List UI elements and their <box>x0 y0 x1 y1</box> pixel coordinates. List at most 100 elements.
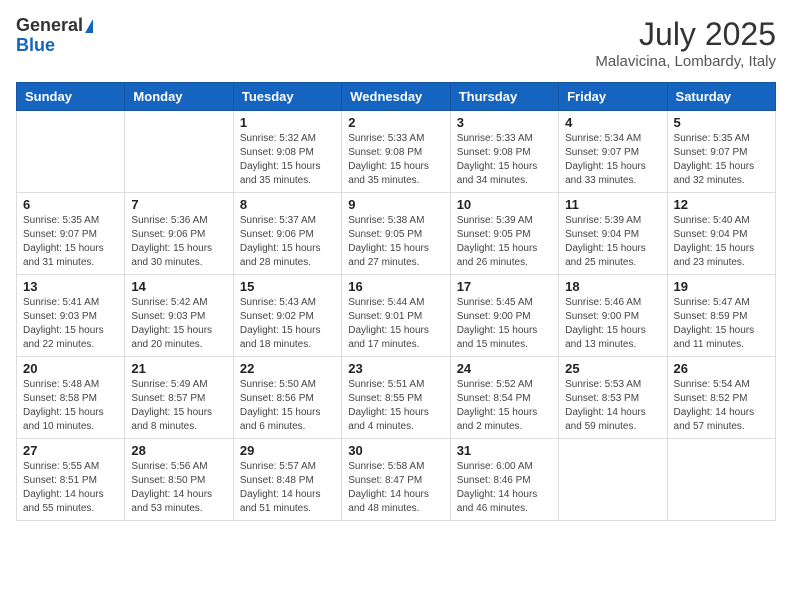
logo-icon <box>85 19 93 33</box>
day-info: Sunrise: 5:39 AM Sunset: 9:04 PM Dayligh… <box>565 214 660 270</box>
logo-general-text: General <box>16 16 83 36</box>
day-number: 27 <box>23 443 118 458</box>
calendar-cell: 7 Sunrise: 5:36 AM Sunset: 9:06 PM Daylig… <box>125 193 233 275</box>
calendar-cell: 23 Sunrise: 5:51 AM Sunset: 8:55 PM Dayli… <box>342 357 450 439</box>
day-info: Sunrise: 5:38 AM Sunset: 9:05 PM Dayligh… <box>348 214 443 270</box>
week-row-3: 13Sunrise: 5:41 AM Sunset: 9:03 PM Dayli… <box>17 275 776 357</box>
day-info: Sunrise: 5:45 AM Sunset: 9:00 PM Dayligh… <box>457 296 552 352</box>
day-info: Sunrise: 5:35 AM Sunset: 9:07 PM Dayligh… <box>674 132 769 188</box>
day-info: Sunrise: 5:32 AM Sunset: 9:08 PM Dayligh… <box>240 132 335 188</box>
calendar-cell: 11 Sunrise: 5:39 AM Sunset: 9:04 PM Dayli… <box>559 193 667 275</box>
column-header-monday: Monday <box>125 83 233 111</box>
calendar-cell: 13Sunrise: 5:41 AM Sunset: 9:03 PM Dayli… <box>17 275 125 357</box>
calendar-cell: 6Sunrise: 5:35 AM Sunset: 9:07 PM Daylig… <box>17 193 125 275</box>
day-info: Sunrise: 5:51 AM Sunset: 8:55 PM Dayligh… <box>348 378 443 434</box>
day-number: 7 <box>131 197 226 212</box>
day-info: Sunrise: 5:36 AM Sunset: 9:06 PM Dayligh… <box>131 214 226 270</box>
day-info: Sunrise: 5:41 AM Sunset: 9:03 PM Dayligh… <box>23 296 118 352</box>
day-info: Sunrise: 6:00 AM Sunset: 8:46 PM Dayligh… <box>457 460 552 516</box>
day-number: 23 <box>348 361 443 376</box>
day-info: Sunrise: 5:42 AM Sunset: 9:03 PM Dayligh… <box>131 296 226 352</box>
day-info: Sunrise: 5:56 AM Sunset: 8:50 PM Dayligh… <box>131 460 226 516</box>
day-info: Sunrise: 5:33 AM Sunset: 9:08 PM Dayligh… <box>348 132 443 188</box>
calendar-cell: 26Sunrise: 5:54 AM Sunset: 8:52 PM Dayli… <box>667 357 775 439</box>
day-number: 11 <box>565 197 660 212</box>
calendar-cell: 29 Sunrise: 5:57 AM Sunset: 8:48 PM Dayli… <box>233 439 341 521</box>
day-info: Sunrise: 5:53 AM Sunset: 8:53 PM Dayligh… <box>565 378 660 434</box>
day-info: Sunrise: 5:54 AM Sunset: 8:52 PM Dayligh… <box>674 378 769 434</box>
week-row-2: 6Sunrise: 5:35 AM Sunset: 9:07 PM Daylig… <box>17 193 776 275</box>
title-section: July 2025 Malavicina, Lombardy, Italy <box>595 16 776 70</box>
column-header-wednesday: Wednesday <box>342 83 450 111</box>
calendar-cell: 18Sunrise: 5:46 AM Sunset: 9:00 PM Dayli… <box>559 275 667 357</box>
day-number: 14 <box>131 279 226 294</box>
day-info: Sunrise: 5:34 AM Sunset: 9:07 PM Dayligh… <box>565 132 660 188</box>
calendar-cell: 10 Sunrise: 5:39 AM Sunset: 9:05 PM Dayli… <box>450 193 558 275</box>
day-number: 20 <box>23 361 118 376</box>
day-info: Sunrise: 5:47 AM Sunset: 8:59 PM Dayligh… <box>674 296 769 352</box>
month-year-title: July 2025 <box>595 16 776 53</box>
calendar-table: SundayMondayTuesdayWednesdayThursdayFrid… <box>16 82 776 521</box>
calendar-cell: 4 Sunrise: 5:34 AM Sunset: 9:07 PM Daylig… <box>559 111 667 193</box>
calendar-cell <box>667 439 775 521</box>
day-number: 6 <box>23 197 118 212</box>
calendar-cell: 16Sunrise: 5:44 AM Sunset: 9:01 PM Dayli… <box>342 275 450 357</box>
day-info: Sunrise: 5:44 AM Sunset: 9:01 PM Dayligh… <box>348 296 443 352</box>
day-number: 5 <box>674 115 769 130</box>
week-row-1: 1 Sunrise: 5:32 AM Sunset: 9:08 PM Daylig… <box>17 111 776 193</box>
day-info: Sunrise: 5:39 AM Sunset: 9:05 PM Dayligh… <box>457 214 552 270</box>
day-info: Sunrise: 5:37 AM Sunset: 9:06 PM Dayligh… <box>240 214 335 270</box>
day-info: Sunrise: 5:58 AM Sunset: 8:47 PM Dayligh… <box>348 460 443 516</box>
column-header-friday: Friday <box>559 83 667 111</box>
day-info: Sunrise: 5:48 AM Sunset: 8:58 PM Dayligh… <box>23 378 118 434</box>
day-info: Sunrise: 5:43 AM Sunset: 9:02 PM Dayligh… <box>240 296 335 352</box>
day-number: 2 <box>348 115 443 130</box>
column-header-thursday: Thursday <box>450 83 558 111</box>
day-info: Sunrise: 5:33 AM Sunset: 9:08 PM Dayligh… <box>457 132 552 188</box>
week-row-4: 20 Sunrise: 5:48 AM Sunset: 8:58 PM Dayli… <box>17 357 776 439</box>
day-number: 28 <box>131 443 226 458</box>
calendar-cell: 22 Sunrise: 5:50 AM Sunset: 8:56 PM Dayli… <box>233 357 341 439</box>
calendar-cell: 30Sunrise: 5:58 AM Sunset: 8:47 PM Dayli… <box>342 439 450 521</box>
day-info: Sunrise: 5:46 AM Sunset: 9:00 PM Dayligh… <box>565 296 660 352</box>
day-number: 22 <box>240 361 335 376</box>
day-info: Sunrise: 5:49 AM Sunset: 8:57 PM Dayligh… <box>131 378 226 434</box>
day-number: 25 <box>565 361 660 376</box>
day-number: 29 <box>240 443 335 458</box>
calendar-cell: 9 Sunrise: 5:38 AM Sunset: 9:05 PM Daylig… <box>342 193 450 275</box>
calendar-cell: 5 Sunrise: 5:35 AM Sunset: 9:07 PM Daylig… <box>667 111 775 193</box>
day-number: 3 <box>457 115 552 130</box>
day-number: 19 <box>674 279 769 294</box>
calendar-cell: 12Sunrise: 5:40 AM Sunset: 9:04 PM Dayli… <box>667 193 775 275</box>
day-info: Sunrise: 5:57 AM Sunset: 8:48 PM Dayligh… <box>240 460 335 516</box>
calendar-cell: 3 Sunrise: 5:33 AM Sunset: 9:08 PM Daylig… <box>450 111 558 193</box>
calendar-cell: 2 Sunrise: 5:33 AM Sunset: 9:08 PM Daylig… <box>342 111 450 193</box>
calendar-cell: 31 Sunrise: 6:00 AM Sunset: 8:46 PM Dayli… <box>450 439 558 521</box>
calendar-header-row: SundayMondayTuesdayWednesdayThursdayFrid… <box>17 83 776 111</box>
calendar-cell <box>17 111 125 193</box>
location-subtitle: Malavicina, Lombardy, Italy <box>595 53 776 70</box>
calendar-cell: 1 Sunrise: 5:32 AM Sunset: 9:08 PM Daylig… <box>233 111 341 193</box>
calendar-cell: 14 Sunrise: 5:42 AM Sunset: 9:03 PM Dayli… <box>125 275 233 357</box>
calendar-cell: 17 Sunrise: 5:45 AM Sunset: 9:00 PM Dayli… <box>450 275 558 357</box>
calendar-cell: 15Sunrise: 5:43 AM Sunset: 9:02 PM Dayli… <box>233 275 341 357</box>
column-header-tuesday: Tuesday <box>233 83 341 111</box>
week-row-5: 27Sunrise: 5:55 AM Sunset: 8:51 PM Dayli… <box>17 439 776 521</box>
calendar-cell <box>559 439 667 521</box>
day-number: 1 <box>240 115 335 130</box>
calendar-cell: 27Sunrise: 5:55 AM Sunset: 8:51 PM Dayli… <box>17 439 125 521</box>
day-number: 8 <box>240 197 335 212</box>
day-number: 10 <box>457 197 552 212</box>
day-info: Sunrise: 5:50 AM Sunset: 8:56 PM Dayligh… <box>240 378 335 434</box>
day-number: 31 <box>457 443 552 458</box>
day-number: 17 <box>457 279 552 294</box>
day-number: 4 <box>565 115 660 130</box>
column-header-saturday: Saturday <box>667 83 775 111</box>
logo-blue-text: Blue <box>16 36 55 56</box>
day-number: 9 <box>348 197 443 212</box>
calendar-cell: 24Sunrise: 5:52 AM Sunset: 8:54 PM Dayli… <box>450 357 558 439</box>
calendar-cell <box>125 111 233 193</box>
calendar-cell: 28 Sunrise: 5:56 AM Sunset: 8:50 PM Dayli… <box>125 439 233 521</box>
day-info: Sunrise: 5:52 AM Sunset: 8:54 PM Dayligh… <box>457 378 552 434</box>
page-header: General Blue July 2025 Malavicina, Lomba… <box>16 16 776 70</box>
